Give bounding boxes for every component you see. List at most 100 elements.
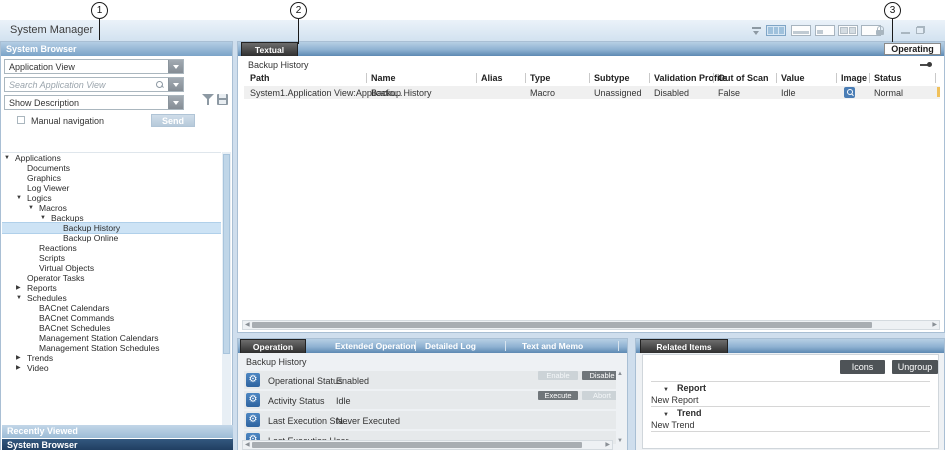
- tree-item-bacnet-commands[interactable]: BACnet Commands: [2, 313, 221, 323]
- scroll-up-icon[interactable]: ▲: [617, 371, 623, 377]
- scroll-left-icon[interactable]: ◀: [245, 321, 250, 330]
- operation-horizontal-scrollbar[interactable]: ◀ ▶: [242, 440, 613, 450]
- operation-vertical-scrollbar[interactable]: ▲ ▼: [616, 371, 625, 444]
- tree-item-backups[interactable]: ▼Backups: [2, 213, 221, 223]
- manual-navigation-checkbox[interactable]: [17, 116, 25, 124]
- tree-item-label: Documents: [27, 163, 70, 173]
- search-input[interactable]: Search Application View: [4, 77, 184, 92]
- table-row[interactable]: System1.Application View:Applicatio...Ba…: [244, 86, 940, 99]
- layout-bottom-pane-icon[interactable]: [791, 25, 811, 36]
- system-browser-header[interactable]: System Browser: [1, 42, 232, 56]
- tree-item-logics[interactable]: ▼Logics: [2, 193, 221, 203]
- tree-item-documents[interactable]: Documents: [2, 163, 221, 173]
- related-item-new-trend[interactable]: New Trend: [651, 419, 930, 431]
- magnifier-badge-icon[interactable]: [844, 87, 855, 98]
- tree-item-reactions[interactable]: Reactions: [2, 243, 221, 253]
- view-selector[interactable]: Application View: [4, 59, 184, 74]
- column-header-path[interactable]: Path: [250, 73, 270, 83]
- collapse-arrow-icon[interactable]: ▼: [28, 203, 39, 213]
- tab-operation[interactable]: Operation: [240, 339, 306, 353]
- layout-columns-icon[interactable]: [766, 25, 786, 36]
- related-group-trend[interactable]: ▼Trend: [651, 407, 930, 419]
- scroll-down-icon[interactable]: ▼: [617, 438, 623, 444]
- chevron-down-icon[interactable]: [168, 60, 183, 73]
- column-header-name[interactable]: Name: [371, 73, 396, 83]
- tree-item-log-viewer[interactable]: Log Viewer: [2, 183, 221, 193]
- search-icon: [156, 81, 163, 88]
- column-header-value[interactable]: Value: [781, 73, 805, 83]
- description-selector[interactable]: Show Description: [4, 95, 184, 110]
- collapse-arrow-icon[interactable]: ▼: [663, 412, 669, 418]
- tree-item-backup-online[interactable]: Backup Online: [2, 233, 221, 243]
- minimize-icon[interactable]: [901, 32, 910, 34]
- collapse-arrow-icon[interactable]: ▼: [663, 387, 669, 393]
- tab-related-items[interactable]: Related Items: [640, 339, 728, 353]
- search-options-chevron-icon[interactable]: [168, 78, 183, 91]
- tree-item-management-station-calendars[interactable]: Management Station Calendars: [2, 333, 221, 343]
- tree-item-label: BACnet Calendars: [39, 303, 109, 313]
- column-header-subtype[interactable]: Subtype: [594, 73, 630, 83]
- restore-icon[interactable]: [916, 26, 925, 34]
- operation-row-value: Idle: [336, 396, 351, 406]
- tree-item-schedules[interactable]: ▼Schedules: [2, 293, 221, 303]
- pin-icon[interactable]: [920, 62, 932, 68]
- tab-textual-viewer[interactable]: Textual Viewer: [241, 42, 298, 56]
- tree-item-bacnet-calendars[interactable]: BACnet Calendars: [2, 303, 221, 313]
- tree-item-graphics[interactable]: Graphics: [2, 173, 221, 183]
- send-button[interactable]: Send: [151, 114, 195, 127]
- collapse-arrow-icon[interactable]: ▼: [16, 193, 27, 203]
- lock-icon[interactable]: [876, 26, 884, 35]
- related-group-report[interactable]: ▼Report: [651, 382, 930, 394]
- tree-item-macros[interactable]: ▼Macros: [2, 203, 221, 213]
- column-header-alias[interactable]: Alias: [481, 73, 503, 83]
- tree-item-trends[interactable]: ▶Trends: [2, 353, 221, 363]
- tree-scrollbar[interactable]: [222, 152, 231, 425]
- tree-item-video[interactable]: ▶Video: [2, 363, 221, 373]
- filter-icon[interactable]: [202, 94, 214, 105]
- collapse-arrow-icon[interactable]: ▼: [40, 213, 51, 223]
- scroll-right-icon[interactable]: ▶: [605, 441, 610, 450]
- collapse-arrow-icon[interactable]: ▼: [16, 293, 27, 303]
- tree-item-backup-history[interactable]: Backup History: [2, 223, 221, 233]
- table-horizontal-scrollbar[interactable]: ◀ ▶: [242, 320, 940, 330]
- related-item-new-report[interactable]: New Report: [651, 394, 930, 406]
- column-header-image[interactable]: Image: [841, 73, 867, 83]
- tab-text-and-memo[interactable]: Text and Memo: [522, 339, 583, 353]
- tree-item-operator-tasks[interactable]: Operator Tasks: [2, 273, 221, 283]
- tree-item-scripts[interactable]: Scripts: [2, 253, 221, 263]
- tab-separator: [505, 341, 506, 351]
- column-header-status[interactable]: Status: [874, 73, 902, 83]
- tab-detailed-log[interactable]: Detailed Log: [425, 339, 476, 353]
- disable-button[interactable]: Disable: [582, 371, 616, 380]
- collapse-arrow-icon[interactable]: ▼: [4, 153, 15, 163]
- operating-button[interactable]: Operating: [884, 43, 941, 55]
- tree-item-management-station-schedules[interactable]: Management Station Schedules: [2, 343, 221, 353]
- execute-button[interactable]: Execute: [538, 391, 578, 400]
- system-browser-collapsed-tab[interactable]: System Browser: [2, 439, 233, 450]
- tree-item-label: Scripts: [39, 253, 65, 263]
- recently-viewed-bar[interactable]: Recently Viewed: [2, 425, 233, 438]
- tab-extended-operation[interactable]: Extended Operation: [335, 339, 416, 353]
- ungroup-button[interactable]: Ungroup: [892, 360, 938, 374]
- save-search-icon[interactable]: [217, 94, 228, 105]
- dock-pin-icon[interactable]: [752, 27, 761, 36]
- expand-arrow-icon[interactable]: ▶: [16, 363, 27, 373]
- column-header-out-of-scan[interactable]: Out of Scan: [718, 73, 769, 83]
- expand-arrow-icon[interactable]: ▶: [16, 353, 27, 363]
- tree-item-bacnet-schedules[interactable]: BACnet Schedules: [2, 323, 221, 333]
- tree-item-virtual-objects[interactable]: Virtual Objects: [2, 263, 221, 273]
- expand-arrow-icon[interactable]: ▶: [16, 283, 27, 293]
- scroll-right-icon[interactable]: ▶: [932, 321, 937, 330]
- tree-item-applications[interactable]: ▼Applications: [2, 153, 221, 163]
- tree-item-reports[interactable]: ▶Reports: [2, 283, 221, 293]
- scroll-left-icon[interactable]: ◀: [245, 441, 250, 450]
- layout-left-pane-icon[interactable]: [815, 25, 835, 36]
- column-header-type[interactable]: Type: [530, 73, 550, 83]
- layout-split-icon[interactable]: [838, 25, 858, 36]
- icons-button[interactable]: Icons: [840, 360, 885, 374]
- column-separator: [476, 73, 477, 83]
- column-header-validation-profile[interactable]: Validation Profile: [654, 73, 727, 83]
- chevron-down-icon[interactable]: [168, 96, 183, 109]
- tree-item-label: Backups: [51, 213, 84, 223]
- operation-panel: Operation Extended Operation Detailed Log…: [237, 338, 628, 450]
